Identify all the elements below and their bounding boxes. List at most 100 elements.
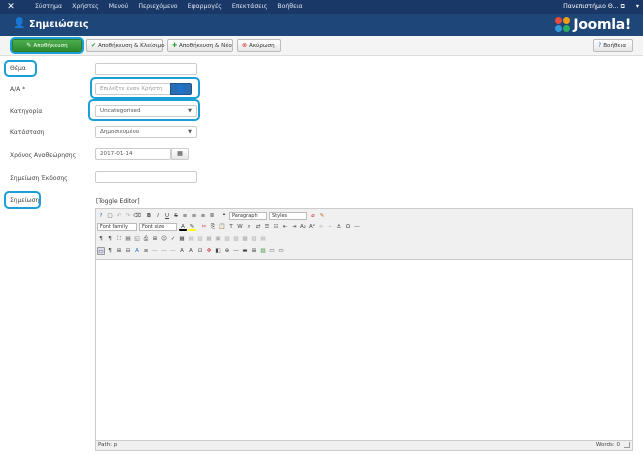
pagebreak-icon[interactable]: ▬ [241, 247, 249, 255]
horizontal-rule-icon[interactable]: — [353, 223, 361, 231]
menu-item-users[interactable]: Χρήστες [67, 0, 104, 14]
highlight-color-icon[interactable]: ✎ [188, 223, 196, 231]
align-right-icon[interactable]: ≡ [199, 212, 207, 220]
menu-icon[interactable]: ▭ [277, 247, 285, 255]
paste-icon[interactable]: 📋 [218, 223, 226, 231]
menu-item-components[interactable]: Εφαρμογές [183, 0, 227, 14]
site-link[interactable]: Πανεπιστήμιο Θ... ⧉ [563, 0, 625, 14]
readmore-icon[interactable]: — [232, 247, 240, 255]
table-icon[interactable]: ▦ [178, 235, 186, 243]
image-insert-icon[interactable]: ▨ [259, 247, 267, 255]
menu-item-help[interactable]: Βοήθεια [272, 0, 307, 14]
replace-icon[interactable]: ⇄ [254, 223, 262, 231]
blockquote-icon[interactable]: ❝ [220, 212, 228, 220]
styles-select[interactable]: Styles [269, 212, 307, 220]
calendar-button[interactable]: ▦ [171, 148, 189, 160]
media-icon[interactable]: ⊞ [151, 235, 159, 243]
visual-aid-icon[interactable]: ▭ [97, 247, 105, 255]
table-col-icon[interactable]: ▦ [205, 235, 213, 243]
menu-item-extensions[interactable]: Επεκτάσεις [227, 0, 272, 14]
cancel-button[interactable]: ⊗ Ακύρωση [237, 39, 281, 52]
superscript-icon[interactable]: A² [308, 223, 316, 231]
ordered-list-icon[interactable]: ☷ [272, 223, 280, 231]
acronym-icon[interactable]: ≡ [142, 247, 150, 255]
save-new-button[interactable]: ✚ Αποθήκευση & Νέο [167, 39, 233, 52]
user-menu-icon[interactable]: ▾ [636, 0, 639, 14]
del-icon[interactable]: ⋯ [160, 247, 168, 255]
paint-format-icon[interactable]: ✎ [318, 212, 326, 220]
layer-icon[interactable]: ⊞ [115, 247, 123, 255]
char-map-icon[interactable]: A [187, 247, 195, 255]
text-color-icon[interactable]: A [179, 223, 187, 231]
fullscreen-icon[interactable]: ⛶ [115, 235, 123, 243]
table-merge-icon[interactable]: ▣ [214, 235, 222, 243]
table-row-icon[interactable]: ▤ [187, 235, 195, 243]
category-select[interactable]: Uncategorised ▼ [95, 105, 197, 117]
subject-input[interactable] [95, 63, 197, 75]
format-select[interactable]: Paragraph [229, 212, 267, 220]
menu-item-menus[interactable]: Μενού [104, 0, 134, 14]
subscript-icon[interactable]: A₂ [299, 223, 307, 231]
undo-icon[interactable]: ↶ [115, 212, 123, 220]
spellcheck-icon[interactable]: ✓ [169, 235, 177, 243]
status-select[interactable]: Δημοσιευμένο ▼ [95, 126, 197, 138]
indent-icon[interactable]: ⇥ [290, 223, 298, 231]
cleanup-icon[interactable]: ⌫ [133, 212, 141, 220]
html-source-icon[interactable]: Ω [344, 223, 352, 231]
unordered-list-icon[interactable]: ☰ [263, 223, 271, 231]
preview-icon[interactable]: ◱ [133, 235, 141, 243]
table-delete-icon[interactable]: ▨ [232, 235, 240, 243]
image-icon[interactable]: ¶ [97, 235, 105, 243]
insert-date-icon[interactable]: ◧ [214, 247, 222, 255]
style-props-icon[interactable]: A [133, 247, 141, 255]
template-icon[interactable]: ▤ [124, 235, 132, 243]
select-user-button[interactable]: 👤 [170, 83, 192, 95]
underline-icon[interactable]: U [163, 212, 171, 220]
save-button[interactable]: ✎ Αποθήκευση [12, 39, 82, 52]
strikethrough-icon[interactable]: S [172, 212, 180, 220]
user-select-input[interactable]: Επιλέξτε έναν Χρήστη [95, 83, 171, 95]
paste-text-icon[interactable]: T [227, 223, 235, 231]
cut-icon[interactable]: ✂ [200, 223, 208, 231]
module-icon[interactable]: ▭ [268, 247, 276, 255]
align-center-icon[interactable]: ≡ [190, 212, 198, 220]
emoticons-icon[interactable]: ☺ [160, 235, 168, 243]
table-more-icon[interactable]: ▤ [259, 235, 267, 243]
insert-time-icon[interactable]: ⊕ [223, 247, 231, 255]
toggle-editor-link[interactable]: [Toggle Editor] [96, 198, 140, 205]
article-icon[interactable]: ⊞ [250, 247, 258, 255]
visual-chars-icon[interactable]: ⊡ [196, 247, 204, 255]
pilcrow-icon[interactable]: ¶ [106, 235, 114, 243]
table-props-icon[interactable]: ▥ [250, 235, 258, 243]
table-split-icon[interactable]: ▧ [223, 235, 231, 243]
clear-format-icon[interactable]: ⌀ [309, 212, 317, 220]
cite-icon[interactable]: ⋯ [151, 247, 159, 255]
help-button[interactable]: ? Βοήθεια [593, 39, 633, 52]
italic-icon[interactable]: I [154, 212, 162, 220]
joomla-logo-icon[interactable]: ✕ [6, 2, 16, 12]
ins-icon[interactable]: ⋯ [169, 247, 177, 255]
unlink-icon[interactable]: ⌁ [326, 223, 334, 231]
table-insert-icon[interactable]: ▩ [241, 235, 249, 243]
attribs-icon[interactable]: A [178, 247, 186, 255]
nonbreaking-icon[interactable]: ¶ [106, 247, 114, 255]
abbr-icon[interactable]: ⊟ [124, 247, 132, 255]
help-icon[interactable]: ? [97, 212, 105, 220]
resize-handle-icon[interactable] [624, 442, 630, 448]
align-left-icon[interactable]: ≡ [181, 212, 189, 220]
print-icon[interactable]: ⎙ [142, 235, 150, 243]
font-family-select[interactable]: Font family [97, 223, 137, 231]
outdent-icon[interactable]: ⇤ [281, 223, 289, 231]
new-document-icon[interactable]: ▢ [106, 212, 114, 220]
font-size-select[interactable]: Font size [139, 223, 177, 231]
save-close-button[interactable]: ✔ Αποθήκευση & Κλείσιμο [86, 39, 165, 52]
anchor-icon[interactable]: ⚓ [335, 223, 343, 231]
search-icon[interactable]: ⌕ [245, 223, 253, 231]
version-note-input[interactable] [95, 171, 197, 183]
move-icon[interactable]: ✥ [205, 247, 213, 255]
link-icon[interactable]: ∞ [317, 223, 325, 231]
copy-icon[interactable]: ⎘ [209, 223, 217, 231]
review-time-input[interactable]: 2017-01-14 [95, 148, 171, 160]
align-justify-icon[interactable]: ≣ [208, 212, 216, 220]
menu-item-system[interactable]: Σύστημα [30, 0, 67, 14]
